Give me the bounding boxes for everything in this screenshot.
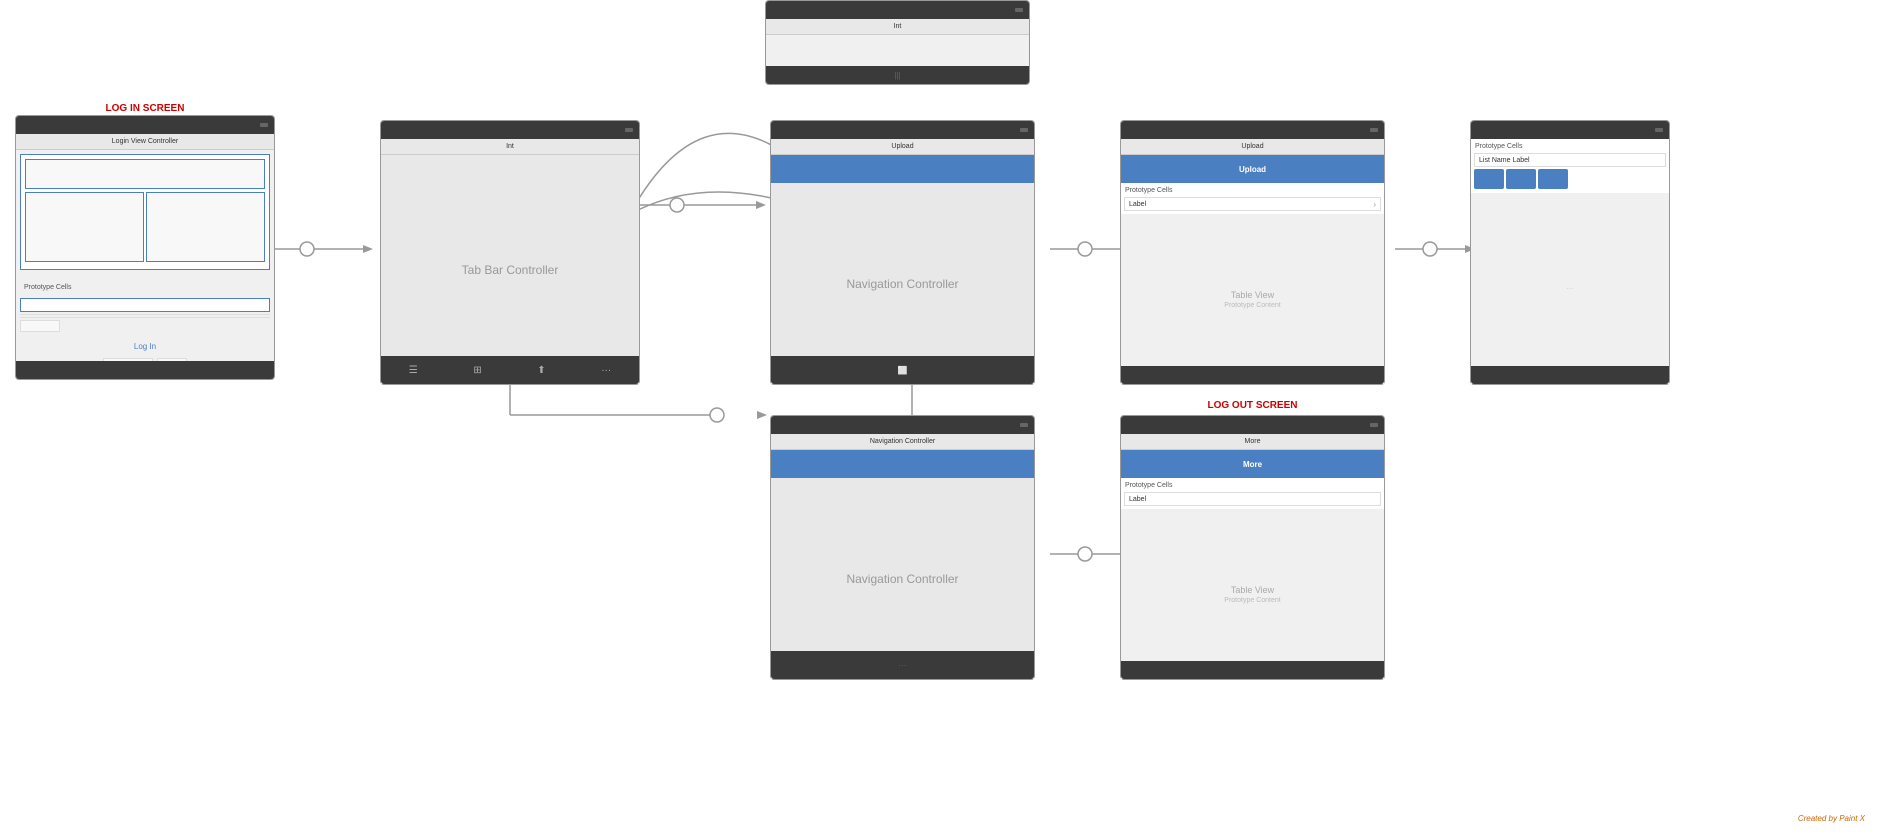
tvc-header [1471,121,1669,139]
upload-header [1121,121,1384,139]
logout-footer [1121,661,1384,679]
int-title: Int [894,23,902,30]
int-footer: ||| [766,66,1029,84]
logout-screen-title-text: More [1245,438,1261,445]
login-header-dot [260,123,268,127]
logout-cell-label: Label [1129,496,1146,503]
nav-top-header-dot [1020,128,1028,132]
upload-nav-bar: Upload [1121,155,1384,183]
nav-bottom-title: Navigation Controller [870,438,935,445]
login-screen: Login View Controller Prototype Cells Lo… [15,115,275,380]
upload-title-bar: Upload [1121,139,1384,155]
nav-top-header [771,121,1034,139]
tab-bar-title: Int [506,143,514,150]
tab-more-icon[interactable]: ··· [601,365,611,376]
nav-top-title-bar: Upload [771,139,1034,155]
upload-cell-row: Label › [1124,197,1381,211]
upload-prototype-content: Prototype Content [1224,302,1280,309]
int-header-dot [1015,8,1023,12]
nav-controller-top-label: Navigation Controller [846,277,958,291]
table-view-content-screen: Prototype Cells List Name Label ··· [1470,120,1670,385]
tvc-prototype-label: Prototype Cells [1471,141,1669,152]
nav-controller-top: Upload Navigation Controller ⬜ [770,120,1035,385]
login-title-text: Login View Controller [112,138,178,145]
upload-table-view: Upload Upload Prototype Cells Label › Ta… [1120,120,1385,385]
tab-list-icon[interactable]: ☰ [409,365,418,376]
logout-nav-title: More [1243,460,1262,469]
nav-top-footer: ⬜ [771,356,1034,384]
login-footer [16,361,274,379]
tab-upload-icon[interactable]: ⬆ [537,365,545,376]
tab-bar-controller: Int Tab Bar Controller ☰ ⊞ ⬆ ··· [380,120,640,385]
int-screen: Int ||| [765,0,1030,85]
upload-cell-chevron: › [1373,200,1376,209]
logout-table-view: More More Prototype Cells Label Table Vi… [1120,415,1385,680]
tab-bar-title-bar: Int [381,139,639,155]
nav-bottom-title-bar: Navigation Controller [771,434,1034,450]
nav-bottom-header-dot [1020,423,1028,427]
nav-bottom-footer: ··· [771,651,1034,679]
nav-bottom-header [771,416,1034,434]
nav-controller-bottom-label: Navigation Controller [846,572,958,586]
tvc-footer [1471,366,1669,384]
tab-bar-header-dot [625,128,633,132]
tab-bar-tabs: ☰ ⊞ ⬆ ··· [381,356,639,384]
upload-screen-title: Upload [1241,143,1263,150]
logout-screen-label: LOG OUT SCREEN [1120,395,1385,413]
tab-bar-header [381,121,639,139]
nav-top-nav-bar [771,155,1034,183]
tvc-list-name-cell: List Name Label [1474,153,1666,167]
int-header [766,1,1029,19]
nav-bottom-nav-bar [771,450,1034,478]
nav-controller-bottom: Navigation Controller Navigation Control… [770,415,1035,680]
prototype-cells-section: Prototype Cells [16,274,274,296]
logout-table-view-label: Table View [1231,585,1274,595]
login-screen-label: LOG IN SCREEN [15,98,275,116]
login-button[interactable]: Log In [134,342,156,351]
upload-footer [1121,366,1384,384]
upload-nav-title: Upload [1239,165,1266,174]
logout-title-bar: More [1121,434,1384,450]
logout-header [1121,416,1384,434]
upload-cell-label: Label [1129,201,1146,208]
canvas: LOG IN SCREEN Login View Controller Prot… [0,0,1885,836]
logout-prototype-content: Prototype Content [1224,597,1280,604]
logout-prototype-label: Prototype Cells [1121,480,1384,491]
logout-nav-bar: More [1121,450,1384,478]
tab-grid-icon[interactable]: ⊞ [473,365,481,376]
upload-header-dot [1370,128,1378,132]
footer-label: Created by Paint X [1798,808,1865,826]
nav-top-title: Upload [891,143,913,150]
tab-bar-label: Tab Bar Controller [462,263,559,277]
upload-prototype-label: Prototype Cells [1121,185,1384,196]
login-title-bar: Login View Controller [16,134,274,150]
tvc-header-dot [1655,128,1663,132]
upload-table-view-label: Table View [1231,290,1274,300]
tvc-placeholder: ··· [1566,284,1574,293]
login-screen-header [16,116,274,134]
tvc-list-name-label: List Name Label [1479,157,1530,164]
logout-header-dot [1370,423,1378,427]
int-title-bar: Int [766,19,1029,35]
logout-cell-row: Label [1124,492,1381,506]
